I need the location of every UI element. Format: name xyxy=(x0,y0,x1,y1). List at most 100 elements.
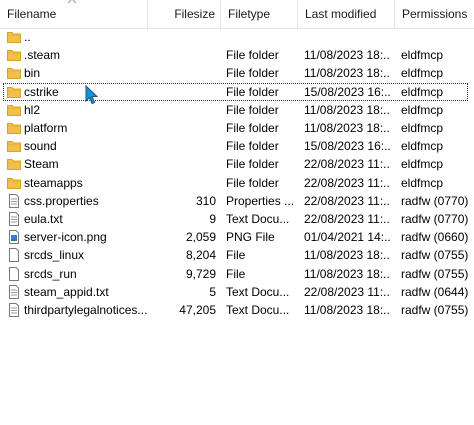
folder-icon xyxy=(7,85,21,99)
folder-icon xyxy=(7,30,21,44)
last-modified-cell: 11/08/2023 18:... xyxy=(304,121,390,135)
filesize-cell: 2,059 xyxy=(185,230,216,245)
filetype-cell xyxy=(226,28,298,46)
filetype-cell: File folder xyxy=(226,157,279,172)
permissions-cell: radfw (0644) xyxy=(401,284,469,299)
filename-cell: css.properties xyxy=(24,193,99,208)
permissions-cell: eldfmcp xyxy=(401,139,444,154)
last-modified-cell: 11/08/2023 18:... xyxy=(304,248,390,263)
file-row[interactable]: eula.txt 9 Text Docu... 22/08/2023 11:... ra… xyxy=(0,210,474,228)
last-modified-cell: 11/08/2023 18:... xyxy=(304,303,390,317)
filetype-cell: PNG File xyxy=(226,230,275,245)
filename-cell: platform xyxy=(24,121,68,135)
filename-cell: server-icon.png xyxy=(24,230,107,245)
last-modified-cell: 22/08/2023 11:... xyxy=(304,193,390,208)
last-modified-cell: 22/08/2023 11:... xyxy=(304,284,390,299)
folder-row[interactable]: .. xyxy=(0,28,474,46)
filetype-cell: File folder xyxy=(226,84,279,99)
permissions-cell: eldfmcp xyxy=(401,175,444,190)
filetype-cell: File folder xyxy=(226,66,279,81)
folder-icon xyxy=(7,121,21,135)
filetype-cell: Text Docu... xyxy=(226,212,290,226)
filesize-cell: 47,205 xyxy=(179,303,216,317)
last-modified-cell: 11/08/2023 18:... xyxy=(304,48,390,63)
filesize-cell xyxy=(150,174,216,192)
last-modified-cell: 22/08/2023 11:... xyxy=(304,212,390,226)
folder-row[interactable]: Steam File folder 22/08/2023 11:... eldfmcp xyxy=(0,155,474,173)
column-header-filename[interactable]: Filename xyxy=(0,0,147,28)
permissions-cell: eldfmcp xyxy=(401,102,444,117)
folder-row[interactable]: sound File folder 15/08/2023 16:... eldfmcp xyxy=(0,137,474,155)
filesize-cell xyxy=(150,155,216,173)
remote-file-list[interactable]: Filename Filesize Filetype Last modified… xyxy=(0,0,474,425)
last-modified-cell: 22/08/2023 11:... xyxy=(304,175,390,190)
column-header: Filename Filesize Filetype Last modified… xyxy=(0,0,474,29)
permissions-cell: radfw (0755) xyxy=(401,303,469,317)
text-file-icon xyxy=(7,193,21,208)
permissions-cell: radfw (0660) xyxy=(401,230,469,245)
folder-icon xyxy=(7,157,21,171)
filesize-cell xyxy=(150,46,216,64)
file-row[interactable]: server-icon.png 2,059 PNG File 01/04/2021 1… xyxy=(0,228,474,246)
image-file-icon xyxy=(7,230,21,245)
filesize-cell xyxy=(150,137,216,155)
column-header-filetype[interactable]: Filetype xyxy=(221,0,298,28)
last-modified-cell: 11/08/2023 18:... xyxy=(304,66,390,81)
file-row[interactable]: srcds_run 9,729 File 11/08/2023 18:... radfw… xyxy=(0,265,474,283)
folder-row[interactable]: hl2 File folder 11/08/2023 18:... eldfmcp xyxy=(0,101,474,119)
filename-cell: steam_appid.txt xyxy=(24,284,109,299)
permissions-cell: radfw (0770) xyxy=(401,193,469,208)
permissions-cell: eldfmcp xyxy=(401,48,444,63)
folder-icon xyxy=(7,139,21,153)
file-row[interactable]: steam_appid.txt 5 Text Docu... 22/08/2023 1… xyxy=(0,283,474,301)
filename-cell: hl2 xyxy=(24,102,41,117)
filetype-cell: File folder xyxy=(226,139,279,154)
folder-row[interactable]: bin File folder 11/08/2023 18:... eldfmcp xyxy=(0,64,474,82)
last-modified-cell: 22/08/2023 11:... xyxy=(304,157,390,172)
filetype-cell: Text Docu... xyxy=(226,303,290,317)
last-modified-cell: 11/08/2023 18:... xyxy=(304,266,390,281)
filetype-cell: Properties ... xyxy=(226,193,295,208)
filesize-cell xyxy=(150,101,216,119)
permissions-cell: eldfmcp xyxy=(401,121,444,135)
permissions-cell: radfw (0755) xyxy=(401,248,469,263)
file-row[interactable]: thirdpartylegalnotices... 47,205 Text Docu… xyxy=(0,301,474,319)
filesize-cell xyxy=(150,64,216,82)
filename-cell: srcds_run xyxy=(24,266,77,281)
folder-icon xyxy=(7,48,21,62)
folder-row[interactable]: platform File folder 11/08/2023 18:... eldf… xyxy=(0,119,474,137)
file-row[interactable]: srcds_linux 8,204 File 11/08/2023 18:... rad… xyxy=(0,246,474,264)
permissions-cell: eldfmcp xyxy=(401,66,444,81)
column-header-last-modified[interactable]: Last modified xyxy=(298,0,395,28)
filetype-cell: File folder xyxy=(226,121,279,135)
file-row[interactable]: css.properties 310 Properties ... 22/08/202… xyxy=(0,192,474,210)
last-modified-cell: 15/08/2023 16:... xyxy=(304,139,390,154)
filetype-cell: Text Docu... xyxy=(226,284,290,299)
column-header-permissions[interactable]: Permissions xyxy=(395,0,474,28)
filename-cell: srcds_linux xyxy=(24,248,85,263)
text-file-icon xyxy=(7,303,21,317)
permissions-cell: radfw (0770) xyxy=(401,212,469,226)
last-modified-cell: 01/04/2021 14:... xyxy=(304,230,390,245)
folder-row[interactable]: .steam File folder 11/08/2023 18:... eldfmc… xyxy=(0,46,474,64)
filetype-cell: File folder xyxy=(226,102,279,117)
column-header-filesize[interactable]: Filesize xyxy=(148,0,221,28)
text-file-icon xyxy=(7,284,21,299)
filesize-cell: 310 xyxy=(195,193,216,208)
permissions-cell: eldfmcp xyxy=(401,84,444,99)
filename-cell: .steam xyxy=(24,48,61,63)
folder-icon xyxy=(7,66,21,80)
folder-row[interactable]: steamapps File folder 22/08/2023 11:... eld… xyxy=(0,174,474,192)
filename-cell: steamapps xyxy=(24,175,83,190)
filesize-cell: 9,729 xyxy=(185,266,216,281)
filesize-cell xyxy=(150,83,216,101)
permissions-cell: eldfmcp xyxy=(401,157,444,172)
filename-cell: cstrike xyxy=(24,84,59,99)
filesize-cell xyxy=(150,119,216,137)
last-modified-cell: 15/08/2023 16:... xyxy=(304,84,390,99)
filetype-cell: File folder xyxy=(226,48,279,63)
filesize-cell: 8,204 xyxy=(185,248,216,263)
folder-row[interactable]: cstrike File folder 15/08/2023 16:... eldfm… xyxy=(3,82,468,101)
last-modified-cell xyxy=(304,28,390,46)
permissions-cell xyxy=(401,28,474,46)
